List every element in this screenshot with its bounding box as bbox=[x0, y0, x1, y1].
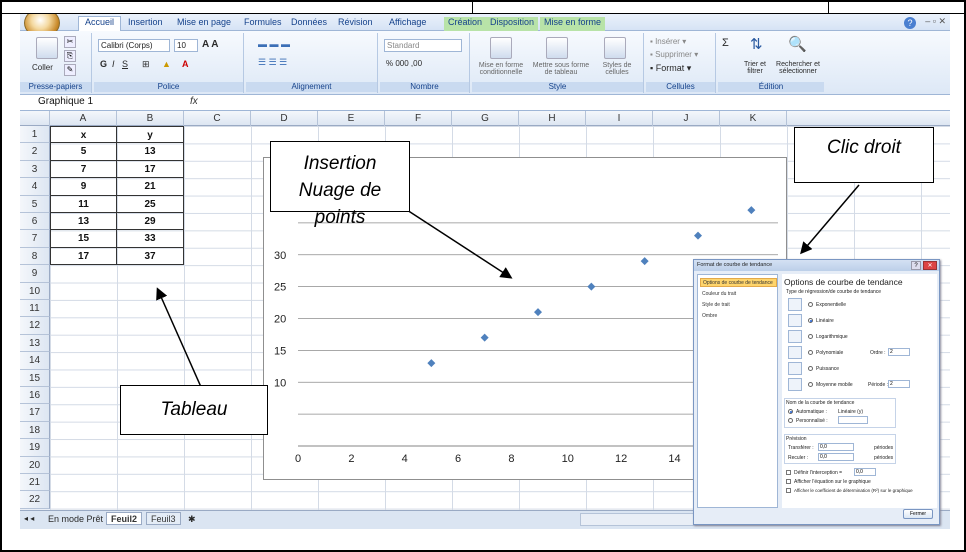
table-callout: Tableau bbox=[120, 385, 268, 435]
insertion-callout-line1: Insertion bbox=[303, 153, 377, 174]
right-click-callout: Clic droit bbox=[794, 127, 934, 183]
insertion-callout: Insertion Nuage de points bbox=[270, 141, 410, 228]
insertion-arrow bbox=[406, 209, 513, 279]
insertion-callout-line2: Nuage de points bbox=[298, 180, 382, 228]
table-arrow bbox=[156, 287, 202, 388]
right-click-arrow bbox=[800, 184, 860, 255]
callout-arrows bbox=[156, 184, 860, 388]
document-frame: Accueil Insertion Mise en page Formules … bbox=[0, 0, 966, 552]
